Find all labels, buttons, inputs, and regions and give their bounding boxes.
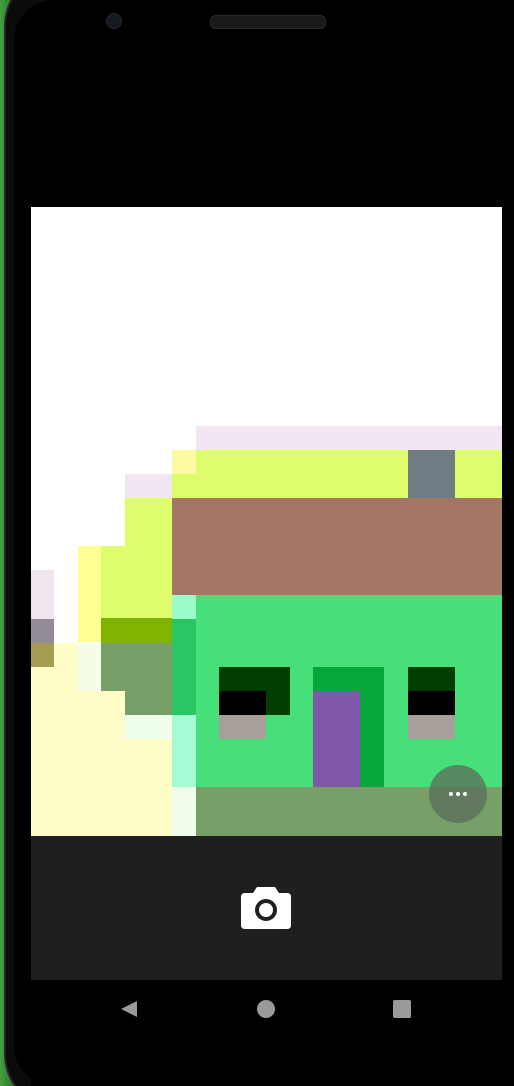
right-window-sill — [408, 715, 455, 739]
wall-light-1 — [172, 595, 196, 619]
left-lilac — [31, 570, 54, 619]
roof-stair-yellow-2 — [101, 546, 172, 618]
system-navigation-bar — [31, 980, 502, 1086]
roof-brown — [172, 498, 502, 595]
olive-band — [101, 618, 172, 643]
device-screen — [0, 0, 514, 1086]
shutter-button[interactable] — [241, 883, 291, 929]
earpiece-speaker — [210, 15, 326, 29]
more-options-button[interactable] — [429, 765, 487, 823]
mint-step — [125, 715, 172, 739]
camera-icon — [241, 887, 291, 929]
sage-step — [125, 691, 172, 715]
nav-back-icon — [121, 1001, 137, 1017]
nav-recent-button[interactable] — [392, 999, 412, 1019]
sage-block — [101, 643, 172, 691]
pixelated-house-preview — [31, 207, 502, 836]
roof-stair-lilac — [125, 474, 172, 498]
left-yellow-pixel — [54, 643, 78, 667]
nav-recent-icon — [393, 1000, 411, 1018]
door — [313, 691, 360, 787]
chimney — [408, 450, 455, 498]
camera-viewfinder[interactable] — [31, 207, 502, 836]
wall-dark-column — [172, 619, 196, 715]
roof-stair-yellow-1 — [125, 498, 172, 546]
front-camera-icon — [106, 13, 122, 29]
nav-home-icon — [257, 1000, 275, 1018]
wall-light-3 — [172, 787, 196, 836]
right-window-top — [408, 667, 455, 691]
nav-home-button[interactable] — [256, 999, 276, 1019]
left-window-sill — [219, 715, 266, 739]
left-olive — [31, 643, 54, 667]
wall-light-2 — [172, 715, 196, 787]
right-window-glass — [408, 691, 455, 715]
nav-back-button[interactable] — [119, 999, 139, 1019]
roof-yellow-pixel — [172, 450, 196, 474]
left-window-glass — [219, 691, 266, 715]
left-grey — [31, 619, 54, 643]
roof-stair-pale-yellow — [78, 546, 101, 642]
left-mint-pixel — [78, 643, 101, 691]
roof-top-strip — [196, 426, 502, 450]
more-horiz-icon — [449, 792, 467, 796]
